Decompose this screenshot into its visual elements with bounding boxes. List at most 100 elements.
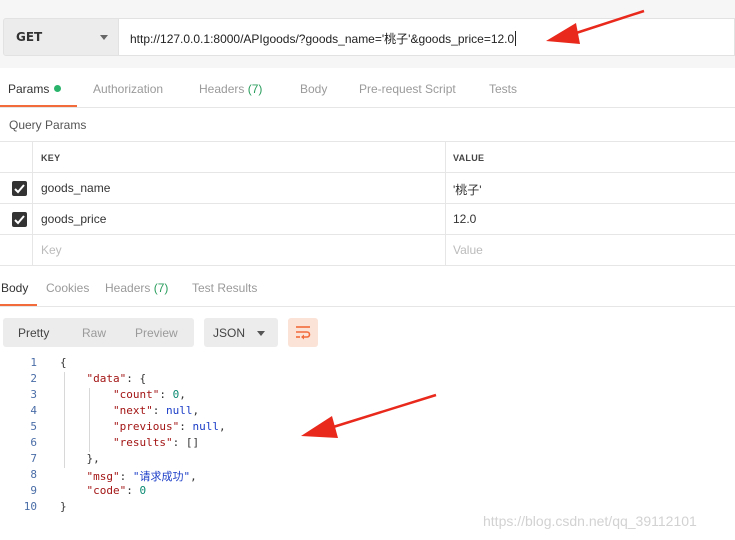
json-key: "previous" xyxy=(112,420,180,433)
chevron-down-icon xyxy=(257,331,265,336)
code-text: "count": 0, xyxy=(112,388,186,401)
request-tabs: Params Authorization Headers (7) Body Pr… xyxy=(0,72,735,108)
view-pretty-button[interactable]: Pretty xyxy=(18,326,49,340)
column-header-value: VALUE xyxy=(453,153,485,163)
line-number: 10 xyxy=(23,500,37,513)
code-text: "results": [] xyxy=(112,436,200,449)
query-params-title: Query Params xyxy=(9,118,87,132)
line-number: 5 xyxy=(30,420,37,433)
code-line: 2 "data": { xyxy=(0,372,735,388)
format-label: JSON xyxy=(213,326,246,340)
response-tab-headers-count: (7) xyxy=(153,281,169,295)
wrap-lines-button[interactable] xyxy=(288,318,318,347)
response-tab-headers[interactable]: Headers (7) xyxy=(105,281,168,295)
url-text: http://127.0.0.1:8000/APIgoods/?goods_na… xyxy=(130,32,515,46)
line-number: 9 xyxy=(30,484,37,497)
row-check-cell xyxy=(0,173,33,204)
code-line: 1{ xyxy=(0,356,735,372)
tab-headers[interactable]: Headers (7) xyxy=(199,82,262,96)
param-value-cell[interactable]: '桃子' xyxy=(446,173,735,204)
code-text: "next": null, xyxy=(112,404,200,417)
tab-pre-request-script-label: Pre-request Script xyxy=(359,82,456,96)
line-number: 1 xyxy=(30,356,37,369)
json-null: null xyxy=(165,404,193,417)
wrap-lines-icon xyxy=(296,326,311,340)
json-key: "code" xyxy=(86,484,127,497)
code-text: }, xyxy=(60,452,100,465)
format-select[interactable]: JSON xyxy=(204,318,278,347)
json-null: null xyxy=(192,420,219,433)
checkbox-checked-icon[interactable] xyxy=(12,181,27,196)
annotation-arrow-icon xyxy=(301,393,437,438)
code-text: "previous": null, xyxy=(112,420,226,433)
tab-body[interactable]: Body xyxy=(300,82,327,96)
param-key-cell[interactable]: goods_name xyxy=(33,173,446,204)
view-raw-button[interactable]: Raw xyxy=(82,326,106,340)
code-text: { xyxy=(60,356,67,369)
row-check-cell xyxy=(0,204,33,235)
response-tab-body[interactable]: Body xyxy=(1,281,28,295)
line-number: 2 xyxy=(30,372,37,385)
checkbox-checked-icon[interactable] xyxy=(12,212,27,227)
response-tab-cookies[interactable]: Cookies xyxy=(46,281,89,295)
line-number: 4 xyxy=(30,404,37,417)
line-number: 3 xyxy=(30,388,37,401)
code-text: "data": { xyxy=(86,372,147,385)
code-line: 8 "msg": "请求成功", xyxy=(0,468,735,484)
json-key: "count" xyxy=(112,388,160,401)
response-tab-test-results-label: Test Results xyxy=(192,281,258,295)
tab-params-label: Params xyxy=(8,82,50,96)
line-number: 7 xyxy=(30,452,37,465)
active-tab-underline xyxy=(0,304,37,306)
view-preview-button[interactable]: Preview xyxy=(135,326,178,340)
text-caret xyxy=(515,31,517,46)
response-tab-test-results[interactable]: Test Results xyxy=(192,281,257,295)
active-dot-icon xyxy=(54,85,62,92)
table-row: goods_price 12.0 xyxy=(0,204,735,235)
param-value-cell[interactable]: 12.0 xyxy=(446,204,735,235)
json-array: [] xyxy=(185,436,200,449)
column-header-key: KEY xyxy=(33,142,446,173)
response-tab-headers-label: Headers xyxy=(105,281,151,295)
line-number: 6 xyxy=(30,436,37,449)
json-number: 0 xyxy=(139,484,147,497)
code-text: "msg": "请求成功", xyxy=(86,470,197,483)
json-key: "results" xyxy=(112,436,173,449)
chevron-down-icon xyxy=(100,35,108,40)
annotation-arrow-icon xyxy=(546,9,645,44)
json-string: "请求成功" xyxy=(132,470,191,483)
method-select[interactable]: GET xyxy=(3,18,119,56)
json-number: 0 xyxy=(172,388,180,401)
json-key: "msg" xyxy=(86,470,120,483)
tab-authorization[interactable]: Authorization xyxy=(93,82,163,96)
tab-body-label: Body xyxy=(300,82,328,96)
code-text: } xyxy=(60,500,67,513)
code-line: 7 }, xyxy=(0,452,735,468)
line-number: 8 xyxy=(30,468,37,481)
table-header-row: KEY VALUE xyxy=(0,142,735,173)
tab-tests[interactable]: Tests xyxy=(489,82,517,96)
query-params-table: KEY VALUE goods_name '桃子' goods_price 12… xyxy=(0,141,735,266)
new-value-input[interactable]: Value xyxy=(446,235,735,266)
json-key: "data" xyxy=(86,372,127,385)
tab-pre-request-script[interactable]: Pre-request Script xyxy=(359,82,456,96)
response-tab-cookies-label: Cookies xyxy=(46,281,90,295)
view-mode-toggle: Pretty Raw Preview xyxy=(3,318,194,347)
watermark-text: https://blog.csdn.net/qq_39112101 xyxy=(483,513,697,529)
new-key-input[interactable]: Key xyxy=(33,235,446,266)
response-tab-body-label: Body xyxy=(1,281,29,295)
tab-params[interactable]: Params xyxy=(8,82,62,96)
param-key-cell[interactable]: goods_price xyxy=(33,204,446,235)
row-check-cell xyxy=(0,235,33,266)
code-line: 9 "code": 0 xyxy=(0,484,735,500)
response-tabs: Body Cookies Headers (7) Test Results xyxy=(0,271,735,307)
tab-headers-count: (7) xyxy=(247,82,263,96)
method-label: GET xyxy=(16,30,43,44)
tab-headers-label: Headers xyxy=(199,82,245,96)
tab-authorization-label: Authorization xyxy=(93,82,164,96)
table-row: goods_name '桃子' xyxy=(0,173,735,204)
code-text: "code": 0 xyxy=(86,484,147,497)
table-row-new: Key Value xyxy=(0,235,735,266)
tab-tests-label: Tests xyxy=(489,82,518,96)
active-tab-underline xyxy=(0,105,77,107)
